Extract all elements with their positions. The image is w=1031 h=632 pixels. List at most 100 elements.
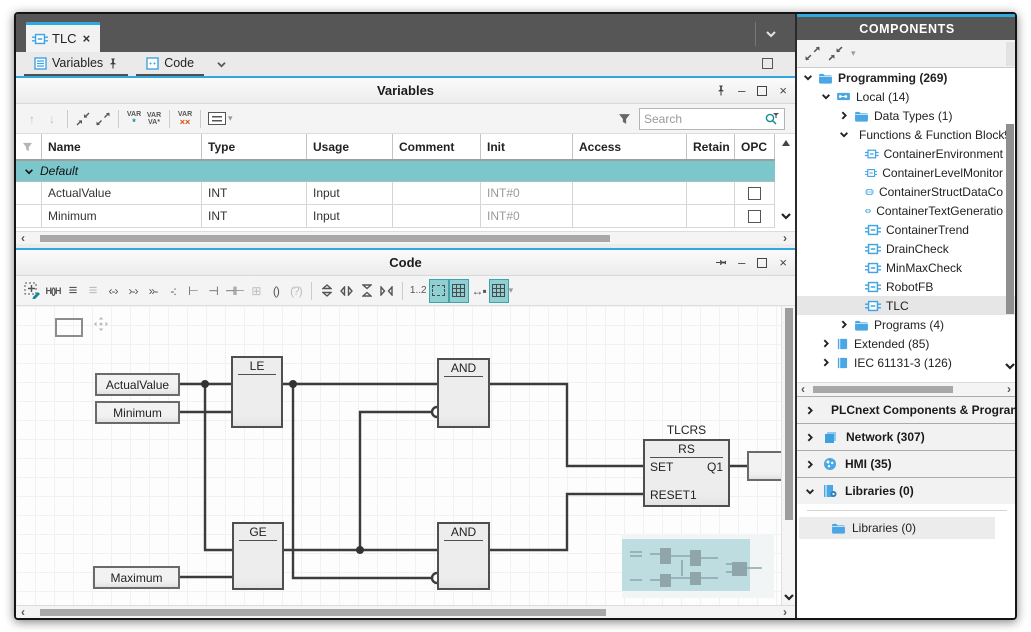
section-hmi[interactable]: HMI (35) [797, 450, 1017, 477]
tab-code[interactable]: Code [136, 52, 204, 76]
tree-item-tlc[interactable]: TLC [797, 296, 1017, 315]
cell-comment[interactable] [393, 205, 481, 227]
pin-icon[interactable] [715, 258, 728, 268]
cell-usage[interactable]: Input [307, 205, 393, 227]
add-variable-button[interactable]: VAR* [124, 107, 144, 131]
cell-retain[interactable] [687, 205, 735, 227]
chevron-right-icon[interactable] [823, 358, 830, 368]
section-network[interactable]: Network (307) [797, 423, 1017, 450]
pan-handle-icon[interactable] [93, 316, 109, 332]
libraries-child-item[interactable]: Libraries (0) [799, 517, 995, 539]
pin-icon[interactable] [716, 84, 726, 97]
scroll-down-icon[interactable] [783, 593, 795, 601]
tree-item-robotfb[interactable]: RobotFB [797, 277, 1017, 296]
cell-retain[interactable] [687, 182, 735, 204]
var-box-minimum[interactable]: Minimum [95, 401, 180, 424]
scroll-thumb[interactable] [40, 235, 610, 242]
tree-item-programming[interactable]: Programming (269) [797, 68, 1017, 87]
var-box-actualvalue[interactable]: ActualValue [95, 373, 180, 396]
pin-right-icon[interactable]: ⊣ [203, 279, 223, 303]
tree-vertical-scrollbar[interactable] [1004, 110, 1016, 370]
tree-item-iec61131[interactable]: IEC 61131-3 (126) [797, 353, 1017, 372]
fbd-block-and-bottom[interactable]: AND [437, 522, 490, 590]
cell-type[interactable]: INT [202, 205, 307, 227]
assign-icon[interactable]: -: [163, 279, 183, 303]
scroll-thumb[interactable] [785, 308, 793, 520]
tree-item-extended[interactable]: Extended (85) [797, 334, 1017, 353]
connect-right-icon[interactable]: ›-› [123, 279, 143, 303]
expand-all-icon[interactable] [805, 46, 820, 61]
tab-tlc[interactable]: TLC × [26, 22, 100, 52]
scroll-left-icon[interactable]: ‹ [21, 231, 25, 245]
maximize-icon[interactable] [757, 258, 767, 268]
fbd-block-and-top[interactable]: AND [437, 358, 490, 428]
compress-horizontal-icon[interactable] [377, 279, 397, 303]
section-plcnext[interactable]: PLCnext Components & Programs [797, 396, 1017, 423]
close-icon[interactable]: × [779, 256, 787, 269]
column-header-access[interactable]: Access [573, 134, 687, 159]
toolbar-overflow-caret[interactable]: ▾ [228, 113, 233, 124]
close-icon[interactable]: × [779, 84, 787, 97]
tree-item-containertrend[interactable]: ContainerTrend [797, 220, 1017, 239]
maximize-icon[interactable] [757, 86, 767, 96]
column-header-comment[interactable]: Comment [393, 134, 481, 159]
move-up-button[interactable]: ↑ [22, 107, 42, 131]
column-header-retain[interactable]: Retain [687, 134, 735, 159]
fbd-block-le[interactable]: LE [231, 356, 283, 428]
snap-grid-toggle[interactable] [489, 279, 509, 303]
tree-item-functions-folder[interactable]: Functions & Function Blocks [797, 125, 1017, 144]
scroll-left-icon[interactable]: ‹ [801, 382, 805, 396]
pin-left-icon[interactable]: ⊢ [183, 279, 203, 303]
tab-close-icon[interactable]: × [83, 31, 91, 46]
compress-vertical-icon[interactable] [357, 279, 377, 303]
minimap[interactable] [622, 534, 774, 598]
scroll-right-icon[interactable]: › [783, 605, 787, 619]
collapse-all-icon[interactable] [73, 107, 93, 131]
var-box-maximum[interactable]: Maximum [93, 566, 180, 589]
insert-block-icon[interactable] [22, 279, 43, 303]
snap-spacing-icon[interactable]: ↔▪ [469, 279, 489, 303]
toolbar-overflow-caret[interactable]: ▾ [509, 285, 514, 296]
connect-chain-icon[interactable]: »- [143, 279, 163, 303]
tree-item-draincheck[interactable]: DrainCheck [797, 239, 1017, 258]
minimize-icon[interactable]: – [738, 84, 745, 97]
cell-access[interactable] [573, 182, 687, 204]
column-header-init[interactable]: Init [481, 134, 573, 159]
column-header-name[interactable]: Name [42, 134, 202, 159]
duplicate-variable-button[interactable]: VARVA* [144, 107, 164, 131]
conditional-icon[interactable]: (?) [286, 279, 306, 303]
cell-access[interactable] [573, 205, 687, 227]
fbd-canvas[interactable]: ActualValue Minimum Maximum LE AND GE AN… [16, 306, 781, 605]
zoom-level-label[interactable]: 1..2 [408, 279, 429, 303]
group-icon[interactable]: ⊞ [246, 279, 266, 303]
filter-icon[interactable] [618, 113, 631, 125]
cell-init[interactable]: INT#0 [481, 205, 573, 227]
scroll-down-icon[interactable] [780, 212, 792, 220]
collapse-all-icon[interactable] [828, 46, 843, 61]
tree-item-containerenvironment[interactable]: ContainerEnvironment [797, 144, 1017, 163]
chevron-right-icon[interactable] [841, 320, 848, 330]
column-header-opc[interactable]: OPC [735, 134, 775, 159]
chevron-down-icon[interactable] [803, 74, 813, 81]
scroll-left-icon[interactable]: ‹ [21, 605, 25, 619]
output-var-box[interactable] [747, 451, 781, 481]
code-horizontal-scrollbar[interactable]: ‹ › [16, 605, 795, 618]
section-libraries[interactable]: Libraries (0) [797, 477, 1017, 504]
cell-name[interactable]: Minimum [42, 205, 202, 227]
chevron-right-icon[interactable] [823, 339, 830, 349]
tree-item-containerstructdataco[interactable]: ContainerStructDataCo [797, 182, 1017, 201]
spread-horizontal-icon[interactable] [337, 279, 357, 303]
cell-comment[interactable] [393, 182, 481, 204]
pin-both-icon[interactable]: ⊣⊢ [223, 279, 246, 303]
tree-item-containerlevelmonitor[interactable]: ContainerLevelMonitor [797, 163, 1017, 182]
scroll-thumb[interactable] [813, 386, 953, 393]
spread-vertical-icon[interactable] [317, 279, 337, 303]
tree-horizontal-scrollbar[interactable]: ‹ › [797, 382, 1017, 396]
comment-icon[interactable]: ≡ [83, 279, 103, 303]
table-row[interactable]: Minimum INT Input INT#0 [16, 205, 775, 228]
view-tabs-dropdown[interactable] [216, 61, 227, 68]
cell-init[interactable]: INT#0 [481, 182, 573, 204]
chevron-down-icon[interactable] [821, 93, 831, 100]
cell-name[interactable]: ActualValue [42, 182, 202, 204]
tree-item-programs[interactable]: Programs (4) [797, 315, 1017, 334]
